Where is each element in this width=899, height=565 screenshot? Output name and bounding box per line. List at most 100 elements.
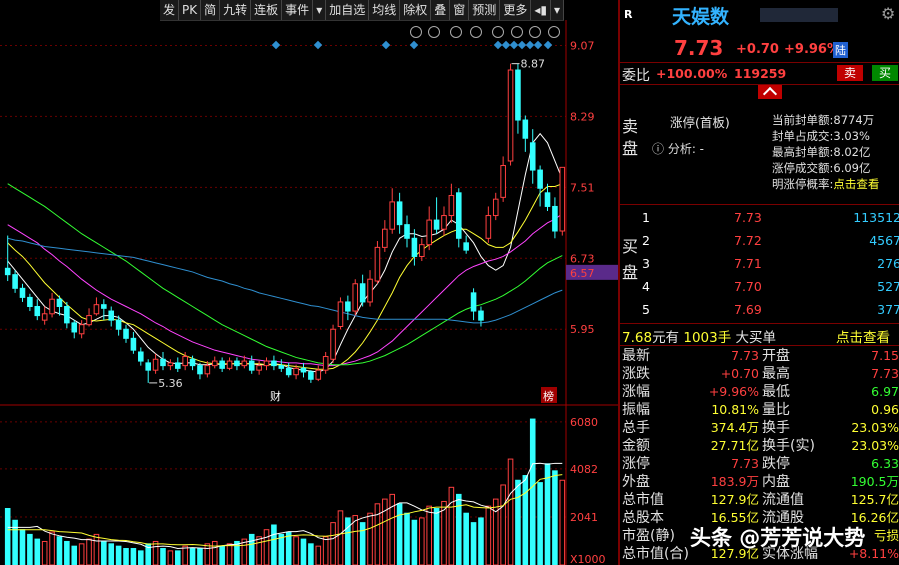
big-order-row[interactable]: 7.68元有 1003手 大买单 [622, 326, 776, 346]
stat-label: 振幅 [622, 402, 650, 418]
candle-body [559, 166, 566, 232]
toolbar-button-0[interactable]: 发 [160, 0, 180, 20]
limit-up-stat-2: 最高封单额:8.02亿 [772, 145, 871, 159]
toolbar-button-10[interactable]: 叠 [431, 0, 451, 20]
volume-bar [256, 536, 262, 565]
zoom-in-icon[interactable] [529, 26, 541, 38]
stat-label: 总手 [622, 420, 650, 436]
volume-bar [263, 529, 270, 565]
candle-body [315, 369, 322, 380]
event-diamond-icon [313, 40, 323, 50]
toolbar-button-15[interactable]: ▾ [550, 0, 564, 20]
volume-bar [544, 463, 551, 565]
toolbar-button-3[interactable]: 九转 [220, 0, 252, 20]
event-diamond-icon [493, 40, 503, 50]
volume-bar [515, 479, 521, 565]
volume-bar [56, 536, 63, 565]
toolbar-button-1[interactable]: PK [179, 0, 202, 20]
stat-label: 跌停 [762, 456, 790, 472]
limit-up-stat-0: 当前封单额:8774万 [772, 113, 875, 127]
candle-body [138, 351, 144, 362]
hand-icon[interactable] [470, 26, 482, 38]
volume-bar-series [4, 418, 566, 565]
toolbar-button-14[interactable]: ◂▮ [531, 0, 551, 20]
candle-body [419, 244, 425, 257]
buy-book-row: 4 7.70 527 [620, 275, 899, 298]
book-level: 3 [642, 256, 650, 271]
volume-bar [197, 548, 203, 565]
analysis-text[interactable]: ⓘ 分析: - [652, 140, 704, 157]
stat-value: 7.73 [731, 456, 759, 471]
book-volume: 527 [877, 279, 899, 294]
gear-icon[interactable]: ⚙ [881, 4, 895, 23]
volume-bar [455, 493, 462, 565]
volume-bar [49, 531, 55, 565]
gear-icon[interactable] [410, 26, 422, 38]
stat-value: +0.70 [720, 366, 759, 381]
zoom-out-icon[interactable] [548, 26, 560, 38]
stat-label: 总市值 [622, 492, 664, 508]
chart-area[interactable]: 9.07 8.29 7.51 6.73 5.95 6.57 6080 4082 2041 X100… [0, 20, 618, 565]
limit-up-stat-4[interactable]: 明涨停概率:点击查看 [772, 176, 879, 192]
eye-icon[interactable] [450, 26, 462, 38]
volume-tick-label: 4082 [570, 463, 598, 476]
candle-body [285, 367, 292, 376]
lock-icon[interactable] [492, 26, 504, 38]
price-change: +0.70 [736, 42, 779, 57]
volume-bar [285, 531, 292, 565]
max-price-label: 8.87 [521, 58, 546, 71]
price-tick-label: 6.73 [570, 252, 595, 265]
book-volume: 4567 [869, 233, 899, 248]
collapse-toggle[interactable] [758, 85, 782, 102]
event-diamond-icon [271, 40, 281, 50]
pen-icon[interactable] [428, 26, 440, 38]
candle-body [123, 328, 129, 339]
candle-body [160, 358, 166, 367]
toolbar-button-6[interactable]: ▾ [313, 0, 327, 20]
book-volume: 113512 [853, 210, 899, 225]
buy-button[interactable]: 买 [872, 65, 899, 81]
toolbar-button-2[interactable]: 简 [201, 0, 221, 20]
stat-value: 7.73 [731, 348, 759, 363]
volume-bar [182, 545, 188, 565]
buy-book-row: 1 7.73 113512 [620, 206, 899, 229]
candle-body [263, 360, 270, 367]
volume-bar [411, 519, 418, 565]
candle-body [101, 304, 107, 309]
stat-value: 374.4万 [710, 420, 759, 435]
toolbar-button-5[interactable]: 事件 [282, 0, 314, 20]
big-order-link[interactable]: 点击查看 [836, 326, 890, 346]
candlestick-series [4, 63, 566, 383]
volume-bar [19, 529, 26, 565]
toolbar-button-4[interactable]: 连板 [251, 0, 283, 20]
candle-body [204, 365, 211, 375]
volume-bar [352, 515, 359, 565]
candle-body [300, 367, 307, 373]
toolbar-button-7[interactable]: 加自选 [326, 0, 370, 20]
event-diamond-icon [525, 40, 535, 50]
r-badge: R [624, 8, 633, 21]
stat-value: 7.15 [871, 348, 899, 363]
toolbar-button-8[interactable]: 均线 [369, 0, 401, 20]
candle-body [359, 283, 366, 303]
toolbar-button-11[interactable]: 窗 [450, 0, 470, 20]
sell-button[interactable]: 卖 [837, 65, 864, 81]
zoom-in-icon[interactable] [511, 26, 523, 38]
volume-bar [71, 545, 78, 565]
toolbar-button-13[interactable]: 更多 [500, 0, 532, 20]
min-price-label: 5.36 [158, 377, 183, 390]
last-price: 7.73 [674, 36, 724, 60]
volume-bar [27, 533, 33, 565]
toolbar-button-9[interactable]: 除权 [400, 0, 432, 20]
stat-value: 23.03% [851, 420, 899, 435]
stat-value: 183.9万 [710, 474, 759, 489]
toolbar-button-12[interactable]: 预测 [469, 0, 501, 20]
volume-tick-label: 2041 [570, 511, 598, 524]
volume-bar [115, 545, 122, 565]
masked-code [760, 8, 838, 22]
candle-body [500, 165, 506, 198]
lu-badge: 陆 [833, 42, 848, 58]
stat-value: 190.5万 [850, 474, 899, 489]
volume-bar [507, 458, 514, 565]
candle-body [352, 283, 359, 312]
